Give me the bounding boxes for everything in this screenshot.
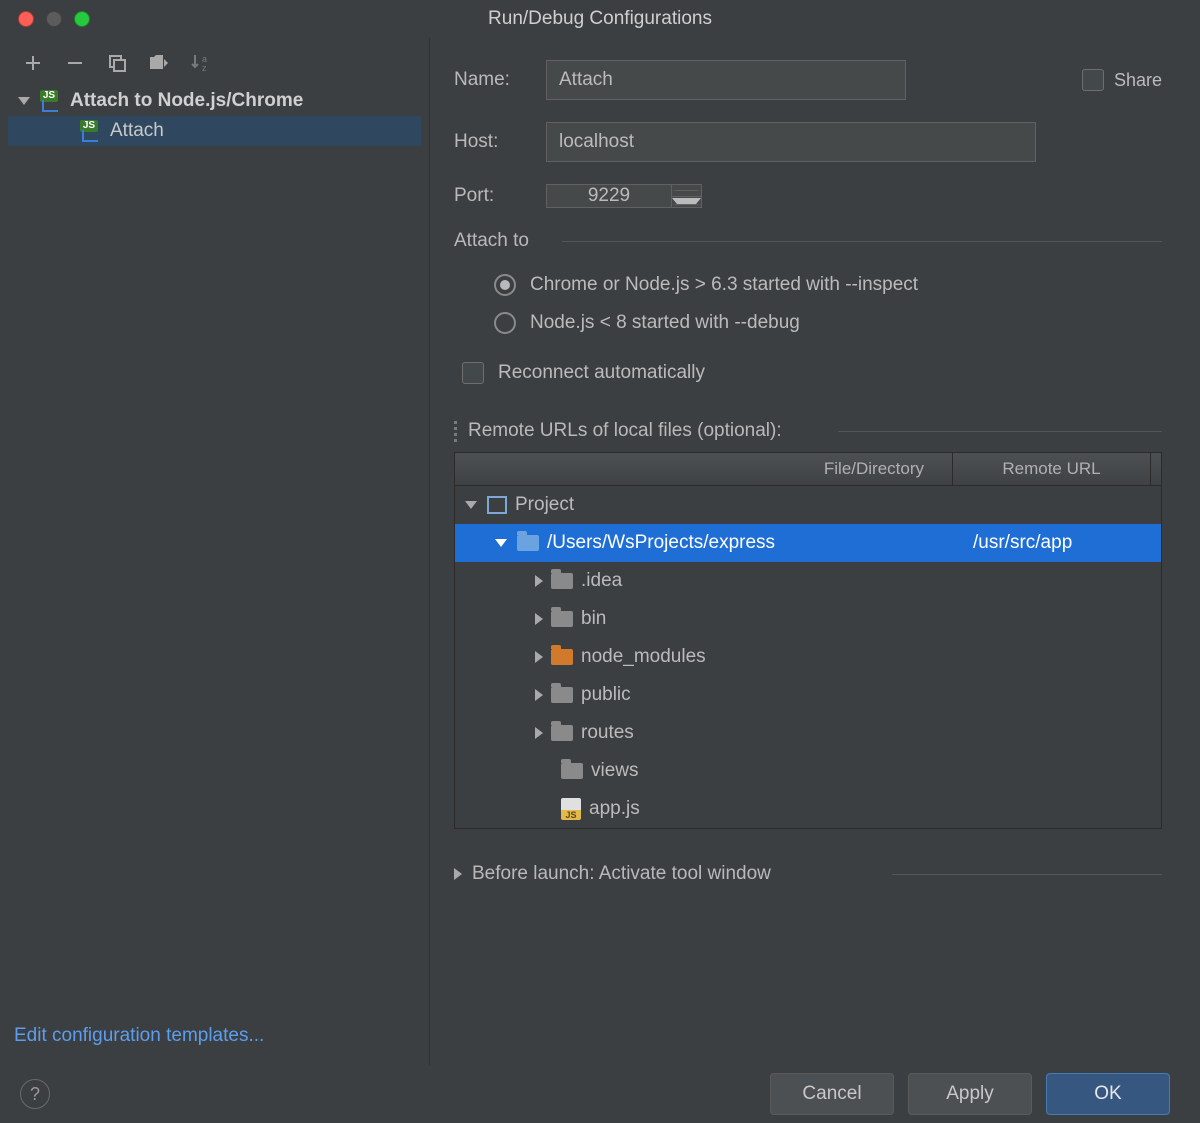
tree-row-root[interactable]: /Users/WsProjects/express /usr/src/app <box>455 524 1161 562</box>
expand-icon <box>495 539 507 547</box>
edit-templates-link[interactable]: Edit configuration templates... <box>0 1007 429 1065</box>
jsfile-icon <box>561 798 581 820</box>
attach-option-inspect-label: Chrome or Node.js > 6.3 started with --i… <box>530 274 918 296</box>
folder-label: views <box>591 760 639 782</box>
drag-handle-icon[interactable] <box>454 421 462 442</box>
file-label: app.js <box>589 798 640 820</box>
remove-config-button[interactable] <box>62 50 88 76</box>
expand-icon <box>18 97 30 105</box>
tree-row-project[interactable]: Project <box>455 486 1161 524</box>
before-launch-row[interactable]: Before launch: Activate tool window <box>454 863 1162 885</box>
save-config-button[interactable] <box>146 50 172 76</box>
name-input[interactable] <box>546 60 906 100</box>
apply-button[interactable]: Apply <box>908 1073 1032 1115</box>
ok-button[interactable]: OK <box>1046 1073 1170 1115</box>
svg-text:z: z <box>202 63 207 73</box>
folder-label: routes <box>581 722 634 744</box>
folder-icon <box>561 763 583 779</box>
project-label: Project <box>515 494 574 516</box>
expand-icon <box>454 868 462 880</box>
col-remote-url: Remote URL <box>953 453 1151 485</box>
nodejs-chrome-icon: JS <box>40 90 62 112</box>
remote-urls-table: File/Directory Remote URL Project <box>454 452 1162 829</box>
reconnect-label: Reconnect automatically <box>498 362 705 384</box>
tree-row[interactable]: views <box>455 752 1161 790</box>
port-input[interactable] <box>547 185 671 207</box>
port-spin-down[interactable] <box>672 197 701 208</box>
window-title: Run/Debug Configurations <box>0 8 1200 30</box>
radio-icon <box>494 274 516 296</box>
expand-icon <box>535 651 543 663</box>
help-button[interactable]: ? <box>20 1079 50 1109</box>
host-label: Host: <box>454 131 546 153</box>
reconnect-row[interactable]: Reconnect automatically <box>454 342 1162 394</box>
tree-row[interactable]: .idea <box>455 562 1161 600</box>
attach-option-debug-label: Node.js < 8 started with --debug <box>530 312 800 334</box>
folder-icon <box>551 573 573 589</box>
expand-icon <box>535 613 543 625</box>
radio-icon <box>494 312 516 334</box>
project-icon <box>487 496 507 514</box>
folder-label: node_modules <box>581 646 706 668</box>
expand-icon <box>535 575 543 587</box>
before-launch-title: Before launch: Activate tool window <box>472 863 1162 885</box>
copy-config-button[interactable] <box>104 50 130 76</box>
folder-icon <box>551 649 573 665</box>
expand-icon <box>535 727 543 739</box>
dialog-footer: ? Cancel Apply OK <box>0 1065 1200 1123</box>
tree-row[interactable]: app.js <box>455 790 1161 828</box>
attach-option-inspect[interactable]: Chrome or Node.js > 6.3 started with --i… <box>454 266 1162 304</box>
config-form: Name: Share Host: Port: Attach to <box>430 38 1200 1065</box>
config-item-label: Attach <box>110 120 164 142</box>
folder-icon <box>551 687 573 703</box>
root-path-label: /Users/WsProjects/express <box>547 532 775 554</box>
sort-config-button[interactable]: az <box>188 50 214 76</box>
config-group[interactable]: JS Attach to Node.js/Chrome <box>8 86 421 116</box>
folder-label: bin <box>581 608 606 630</box>
name-label: Name: <box>454 69 546 91</box>
folder-icon <box>517 535 539 551</box>
titlebar: Run/Debug Configurations <box>0 0 1200 38</box>
tree-row[interactable]: node_modules <box>455 638 1161 676</box>
expand-icon <box>535 689 543 701</box>
root-remote-url[interactable]: /usr/src/app <box>963 532 1161 554</box>
nodejs-chrome-icon: JS <box>80 120 102 142</box>
port-label: Port: <box>454 185 546 207</box>
config-group-label: Attach to Node.js/Chrome <box>70 90 303 112</box>
port-spinner <box>671 185 701 207</box>
folder-icon <box>551 725 573 741</box>
config-tree: JS Attach to Node.js/Chrome JS Attach <box>0 82 429 1007</box>
folder-icon <box>551 611 573 627</box>
attach-to-title: Attach to <box>454 230 1162 252</box>
tree-row[interactable]: routes <box>455 714 1161 752</box>
table-header: File/Directory Remote URL <box>455 453 1161 486</box>
add-config-button[interactable] <box>20 50 46 76</box>
tree-row[interactable]: public <box>455 676 1161 714</box>
config-toolbar: az <box>0 38 429 82</box>
share-label: Share <box>1114 70 1162 91</box>
folder-label: .idea <box>581 570 622 592</box>
remote-urls-title: Remote URLs of local files (optional): <box>468 420 1162 442</box>
folder-label: public <box>581 684 631 706</box>
cancel-button[interactable]: Cancel <box>770 1073 894 1115</box>
reconnect-checkbox[interactable] <box>462 362 484 384</box>
configurations-panel: az JS Attach to Node.js/Chrome JS Attach… <box>0 38 430 1065</box>
col-file-directory: File/Directory <box>455 453 953 485</box>
attach-option-debug[interactable]: Node.js < 8 started with --debug <box>454 304 1162 342</box>
tree-row[interactable]: bin <box>455 600 1161 638</box>
share-checkbox[interactable] <box>1082 69 1104 91</box>
host-input[interactable] <box>546 122 1036 162</box>
expand-icon <box>465 501 477 509</box>
config-item[interactable]: JS Attach <box>8 116 421 146</box>
port-spin-up[interactable] <box>672 185 701 197</box>
